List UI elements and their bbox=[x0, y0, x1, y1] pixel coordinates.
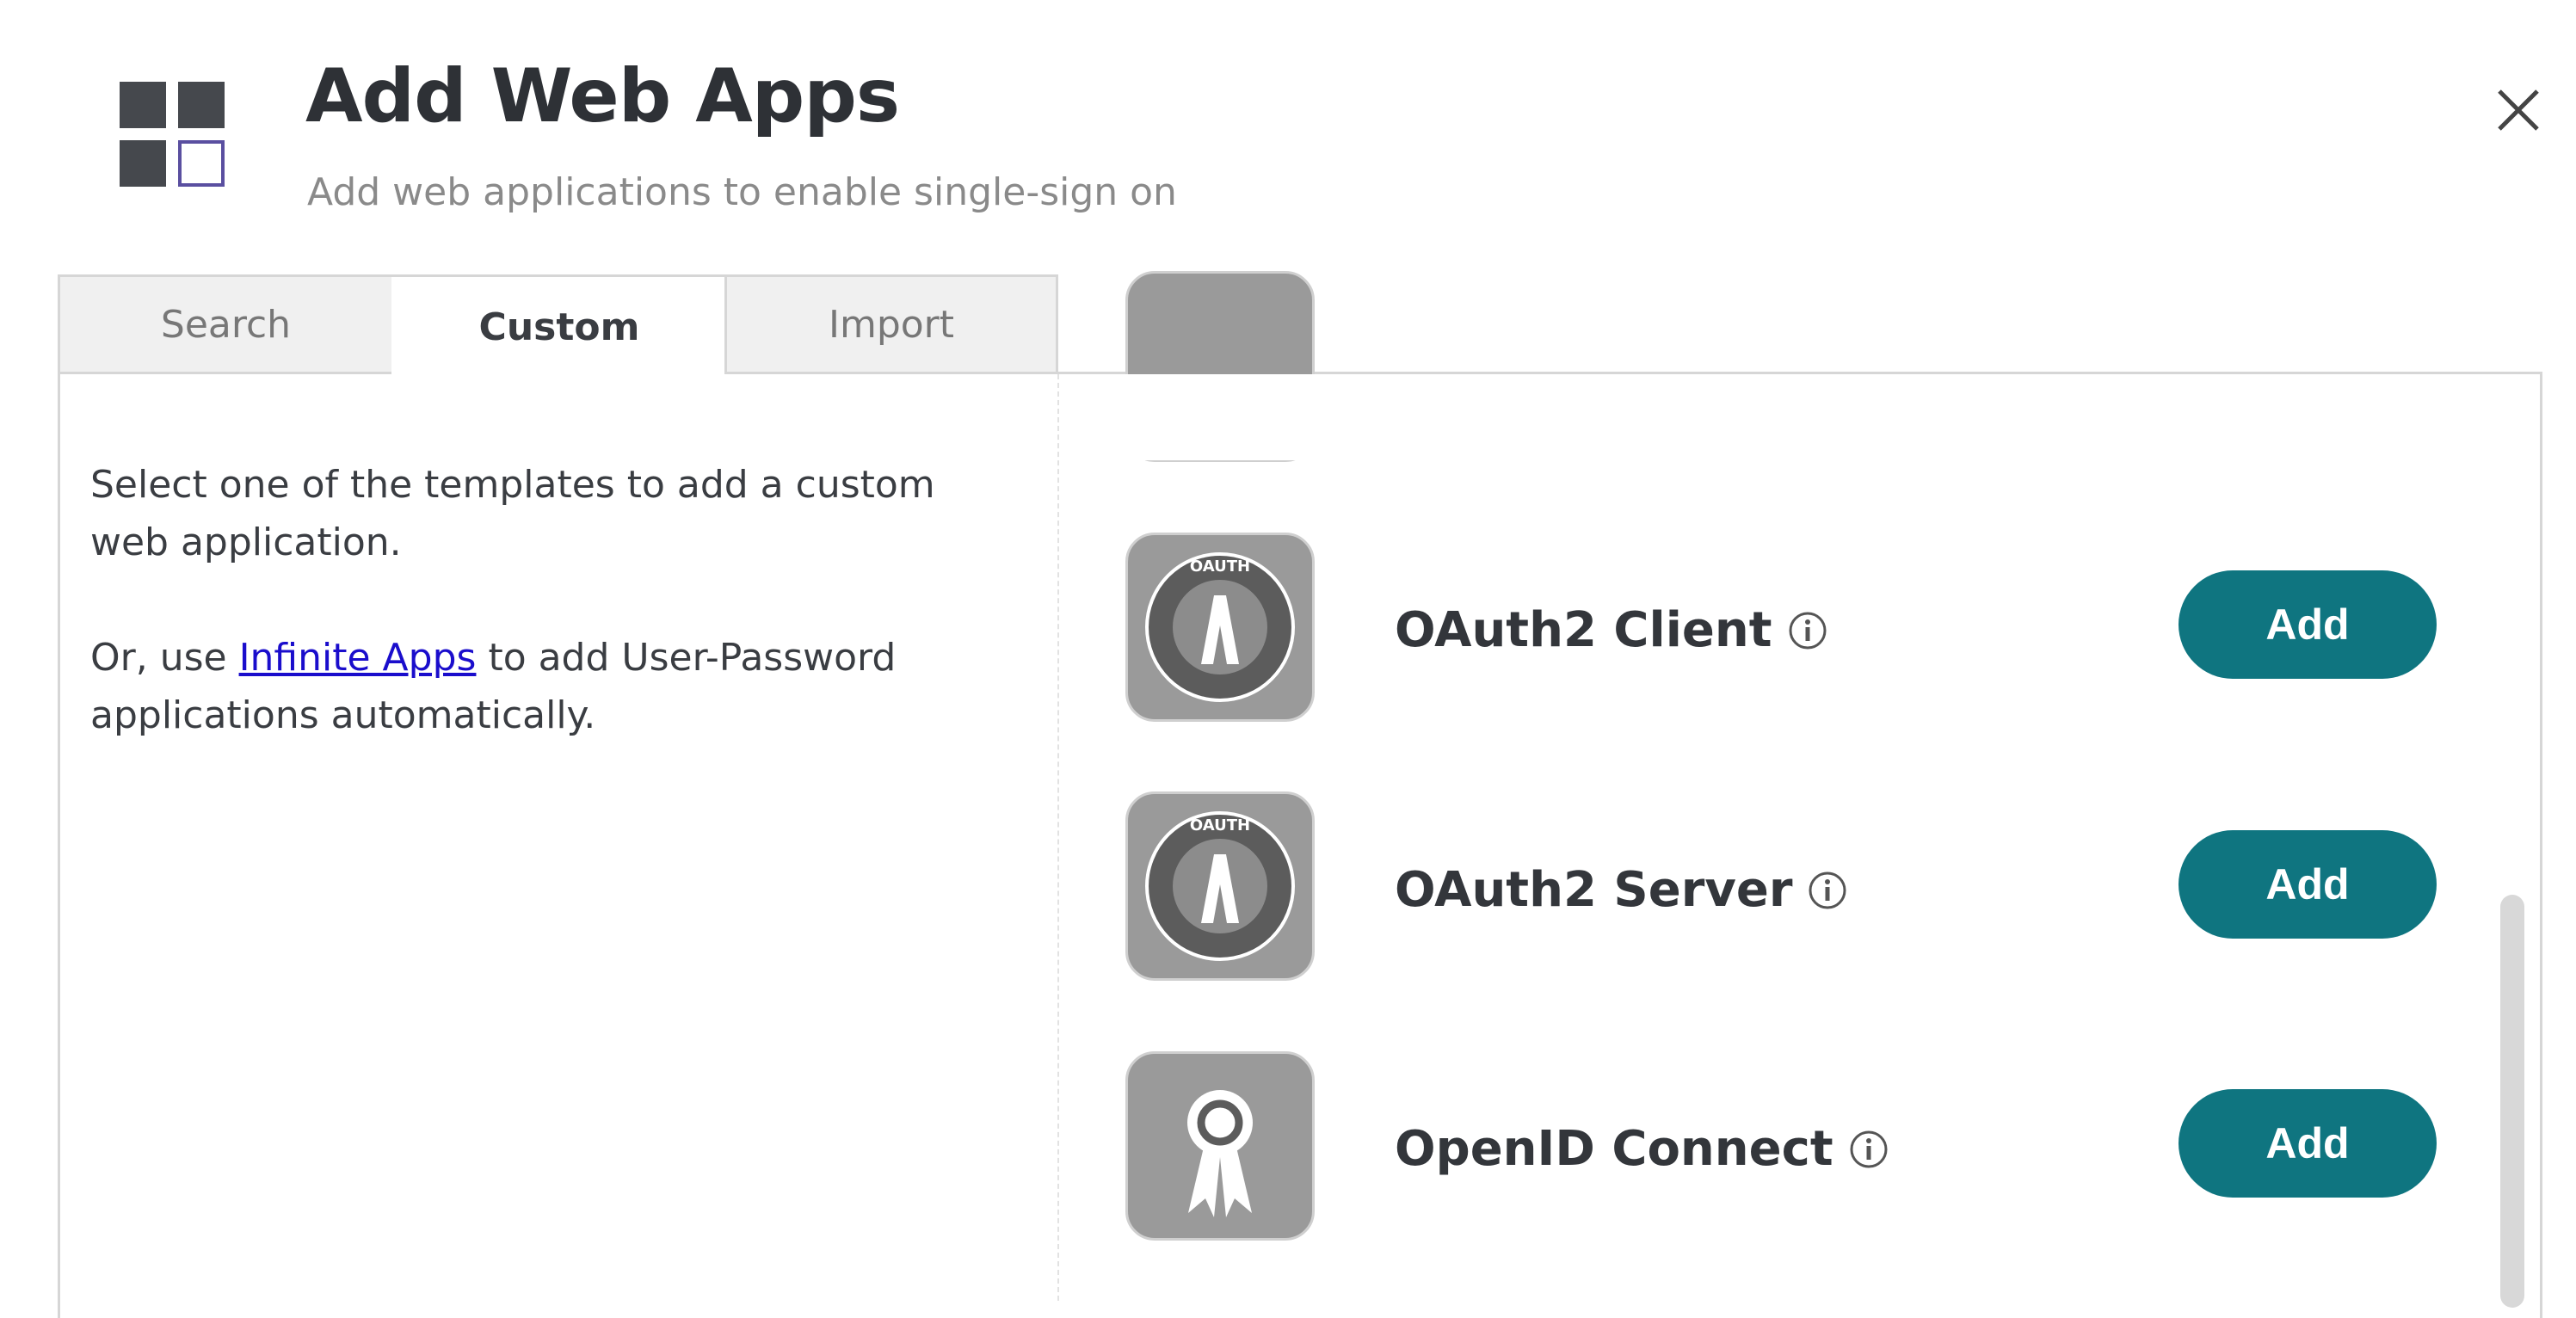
add-openid-connect-button[interactable]: Add bbox=[2179, 1089, 2437, 1198]
svg-text:OAUTH: OAUTH bbox=[1190, 816, 1250, 835]
add-oauth2-server-button[interactable]: Add bbox=[2179, 830, 2437, 939]
add-oauth2-client-button[interactable]: Add bbox=[2179, 570, 2437, 679]
app-name: OpenID Connect bbox=[1395, 1121, 1889, 1177]
app-name: OAuth2 Client bbox=[1395, 602, 1827, 658]
divider bbox=[1057, 374, 1059, 1301]
tab-label: Custom bbox=[478, 305, 640, 349]
app-name-text: OAuth2 Server bbox=[1395, 862, 1793, 918]
tab-custom[interactable]: Custom bbox=[391, 274, 727, 377]
page-title: Add Web Apps bbox=[305, 53, 900, 139]
infinite-apps-link[interactable]: Infinite Apps bbox=[239, 636, 477, 680]
svg-text:OAUTH: OAUTH bbox=[1190, 557, 1250, 576]
info-icon[interactable] bbox=[1788, 611, 1827, 650]
info-icon[interactable] bbox=[1808, 871, 1847, 910]
oauth-icon: OAUTH bbox=[1125, 791, 1315, 981]
close-icon[interactable] bbox=[2491, 83, 2546, 138]
app-name-text: OpenID Connect bbox=[1395, 1121, 1833, 1177]
tab-search[interactable]: Search bbox=[58, 274, 394, 374]
tab-label: Import bbox=[828, 302, 955, 347]
instruction-text: Select one of the templates to add a cus… bbox=[90, 463, 935, 564]
instruction-text: Or, use bbox=[90, 636, 239, 680]
app-name-text: OAuth2 Client bbox=[1395, 602, 1772, 658]
tab-import[interactable]: Import bbox=[724, 274, 1058, 374]
ribbon-award-icon bbox=[1125, 1051, 1315, 1241]
instructions: Select one of the templates to add a cus… bbox=[90, 456, 1002, 744]
oauth-icon: OAUTH bbox=[1125, 533, 1315, 722]
apps-grid-icon bbox=[120, 82, 226, 187]
app-name: OAuth2 Server bbox=[1395, 862, 1847, 918]
tab-label: Search bbox=[160, 302, 292, 347]
scrollbar[interactable] bbox=[2500, 895, 2524, 1308]
page-subtitle: Add web applications to enable single-si… bbox=[307, 170, 1177, 214]
info-icon[interactable] bbox=[1849, 1130, 1889, 1169]
